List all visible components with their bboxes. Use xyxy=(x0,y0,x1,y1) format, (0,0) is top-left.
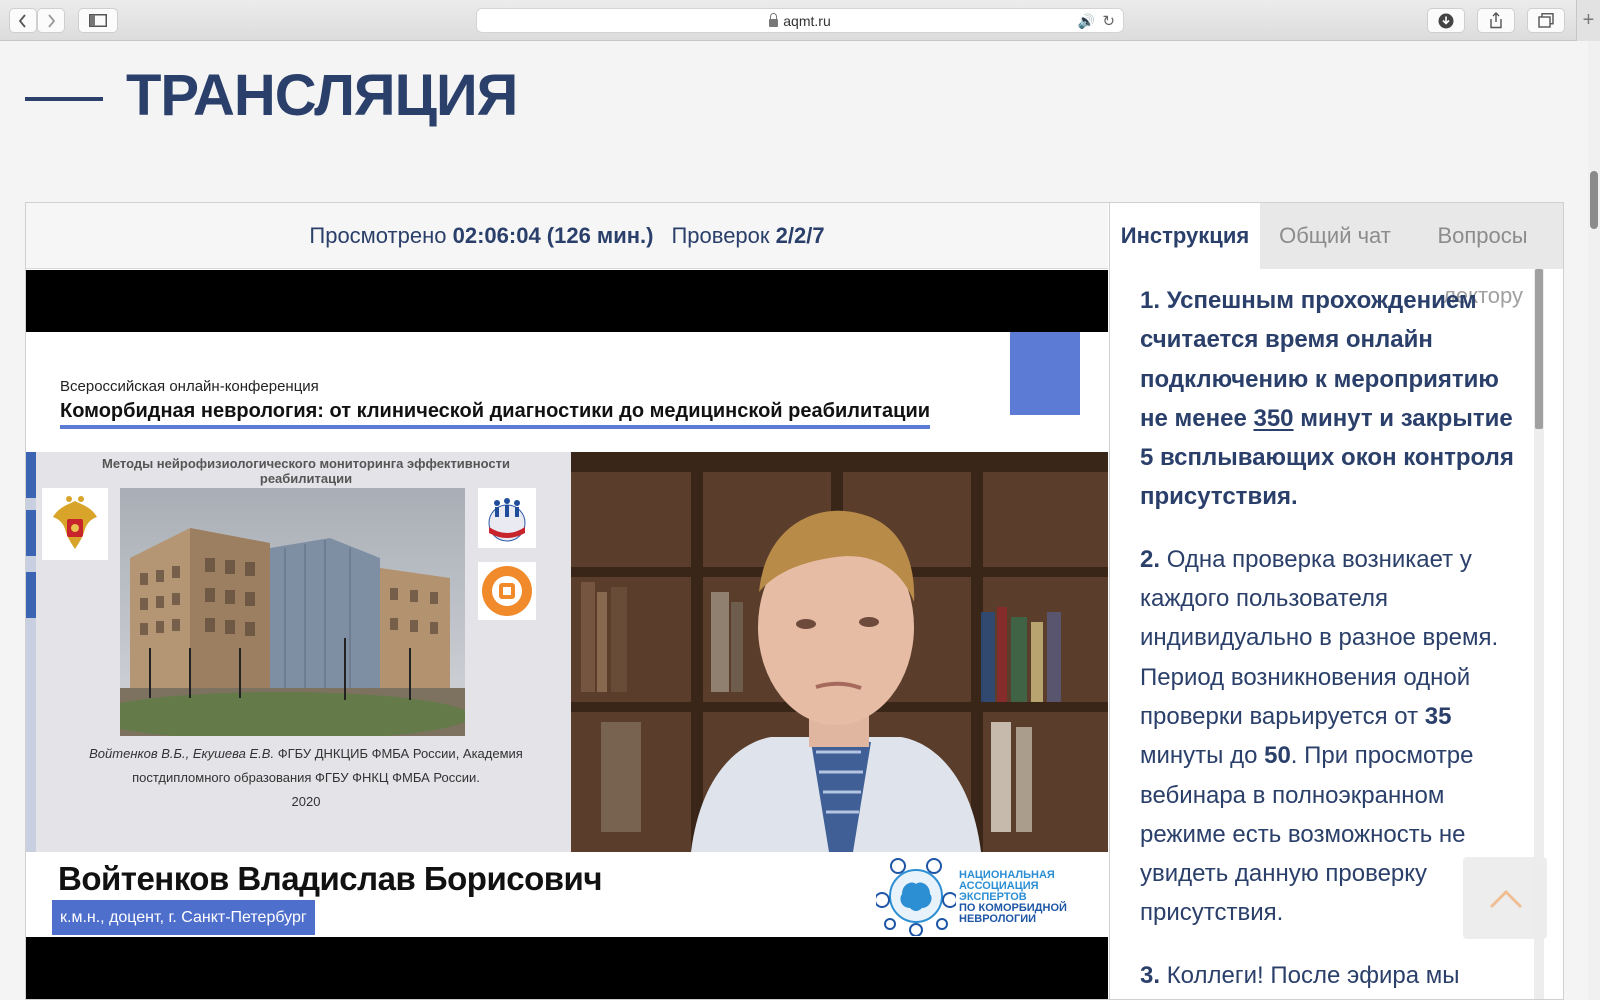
building-photo xyxy=(120,488,465,736)
conference-title: Коморбидная неврология: от клинической д… xyxy=(60,400,931,429)
tabs-icon xyxy=(1538,13,1554,28)
viewed-label: Просмотрено xyxy=(309,222,447,248)
slide-org-2: постдипломного образования ФГБУ ФНКЦ ФМБ… xyxy=(132,770,480,785)
page-scrollbar[interactable] xyxy=(1588,41,1600,1000)
speaker-name: Войтенков Владислав Борисович xyxy=(58,860,603,897)
slide-year: 2020 xyxy=(291,794,321,809)
share-icon xyxy=(1490,12,1502,29)
back-button[interactable] xyxy=(9,8,37,33)
brain-network-icon xyxy=(876,858,956,936)
slide-side-bar xyxy=(26,510,36,556)
downloads-button[interactable] xyxy=(1427,8,1465,33)
speaker-lower-third: Войтенков Владислав Борисович к.м.н., до… xyxy=(26,852,1108,937)
family-logo xyxy=(478,488,536,548)
chevron-right-icon xyxy=(48,13,56,28)
slide-heading: Методы нейрофизиологического мониторинга… xyxy=(101,456,510,486)
instruction-item-3: 3. Коллеги! После эфира мы xyxy=(1140,956,1530,995)
checks-value: 2/2/7 xyxy=(775,222,825,248)
speaker-role: к.м.н., доцент, г. Санкт-Петербург xyxy=(52,900,315,935)
page-title: ТРАНСЛЯЦИЯ xyxy=(126,63,518,128)
new-tab-button[interactable]: + xyxy=(1576,0,1600,41)
association-name: НАЦИОНАЛЬНАЯ АССОЦИАЦИЯ ЭКСПЕРТОВ ПО КОМ… xyxy=(959,870,1067,925)
panel-tabs: Инструкция Общий чат Вопросы xyxy=(1110,203,1563,269)
speaker-video-frame xyxy=(571,452,1108,852)
slide-header: Всероссийская онлайн-конференция Коморби… xyxy=(26,332,1108,452)
emblem-logo xyxy=(42,488,108,560)
sidebar-icon xyxy=(89,14,107,27)
slide-authors: Войтенков В.Б., Екушева Е.В. xyxy=(89,746,275,761)
tab-instruction[interactable]: Инструкция xyxy=(1110,203,1260,269)
scroll-to-top-button[interactable] xyxy=(1463,857,1547,939)
min-value: 35 xyxy=(1424,702,1452,730)
checks-label: Проверок xyxy=(671,222,770,248)
item-number: 1. xyxy=(1140,287,1161,314)
item-text: минуты до xyxy=(1140,742,1258,770)
tabs-overview-button[interactable] xyxy=(1527,8,1565,33)
max-value: 50 xyxy=(1264,742,1291,770)
video-player[interactable]: Всероссийская онлайн-конференция Коморби… xyxy=(26,270,1108,999)
decorative-block xyxy=(1010,332,1080,415)
broadcast-container: Просмотрено 02:06:04 (126 мин.) Проверок… xyxy=(25,202,1564,1000)
minutes-value: 350 xyxy=(1253,404,1294,432)
download-icon xyxy=(1438,13,1454,28)
reload-icon[interactable]: ↻ xyxy=(1102,12,1115,30)
presentation-slide: Методы нейрофизиологического мониторинга… xyxy=(26,452,571,852)
center-logo xyxy=(478,562,536,620)
speaker-camera xyxy=(571,452,1108,852)
item-number: 3. xyxy=(1140,961,1161,989)
orange-ring-icon xyxy=(482,566,532,616)
viewing-stats: Просмотрено 02:06:04 (126 мин.) Проверок… xyxy=(26,203,1108,269)
tab-questions[interactable]: Вопросы xyxy=(1410,203,1555,269)
slide-caption: Войтенков В.Б., Екушева Е.В. ФГБУ ДНКЦИБ… xyxy=(56,742,556,814)
family-icon xyxy=(488,498,526,542)
instruction-item-1: 1. Успешным прохождением считается время… xyxy=(1140,281,1530,517)
lock-icon xyxy=(769,12,779,27)
speaker-icon[interactable]: 🔊 xyxy=(1078,13,1095,30)
tab-general-chat[interactable]: Общий чат xyxy=(1260,203,1410,269)
forward-button[interactable] xyxy=(37,8,65,33)
double-eagle-icon xyxy=(53,496,97,549)
conference-subtitle: Всероссийская онлайн-конференция xyxy=(60,378,319,395)
building-image xyxy=(120,488,465,736)
item-text: Коллеги! После эфира мы xyxy=(1166,961,1460,989)
sidebar-toggle-button[interactable] xyxy=(78,8,118,33)
page-scrollbar-thumb[interactable] xyxy=(1590,171,1598,229)
item-text: . При просмотре вебинара в полноэкранном… xyxy=(1140,742,1474,927)
slide-org-1: ФГБУ ДНКЦИБ ФМБА России, Академия xyxy=(277,746,523,761)
chevron-up-icon xyxy=(1489,889,1523,909)
association-line: НЕВРОЛОГИИ xyxy=(959,913,1037,925)
viewed-value: 02:06:04 (126 мин.) xyxy=(452,222,654,248)
share-button[interactable] xyxy=(1477,8,1515,33)
url-text: aqmt.ru xyxy=(783,12,831,29)
chevron-left-icon xyxy=(18,13,26,28)
slide-side-bar xyxy=(26,452,36,498)
browser-toolbar: aqmt.ru 🔊 ↻ + xyxy=(0,0,1600,41)
slide-side-bar xyxy=(26,572,36,618)
title-decoration xyxy=(25,97,103,101)
item-number: 2. xyxy=(1140,545,1161,573)
address-bar[interactable]: aqmt.ru 🔊 ↻ xyxy=(476,8,1124,33)
panel-scrollbar-thumb[interactable] xyxy=(1535,269,1543,429)
